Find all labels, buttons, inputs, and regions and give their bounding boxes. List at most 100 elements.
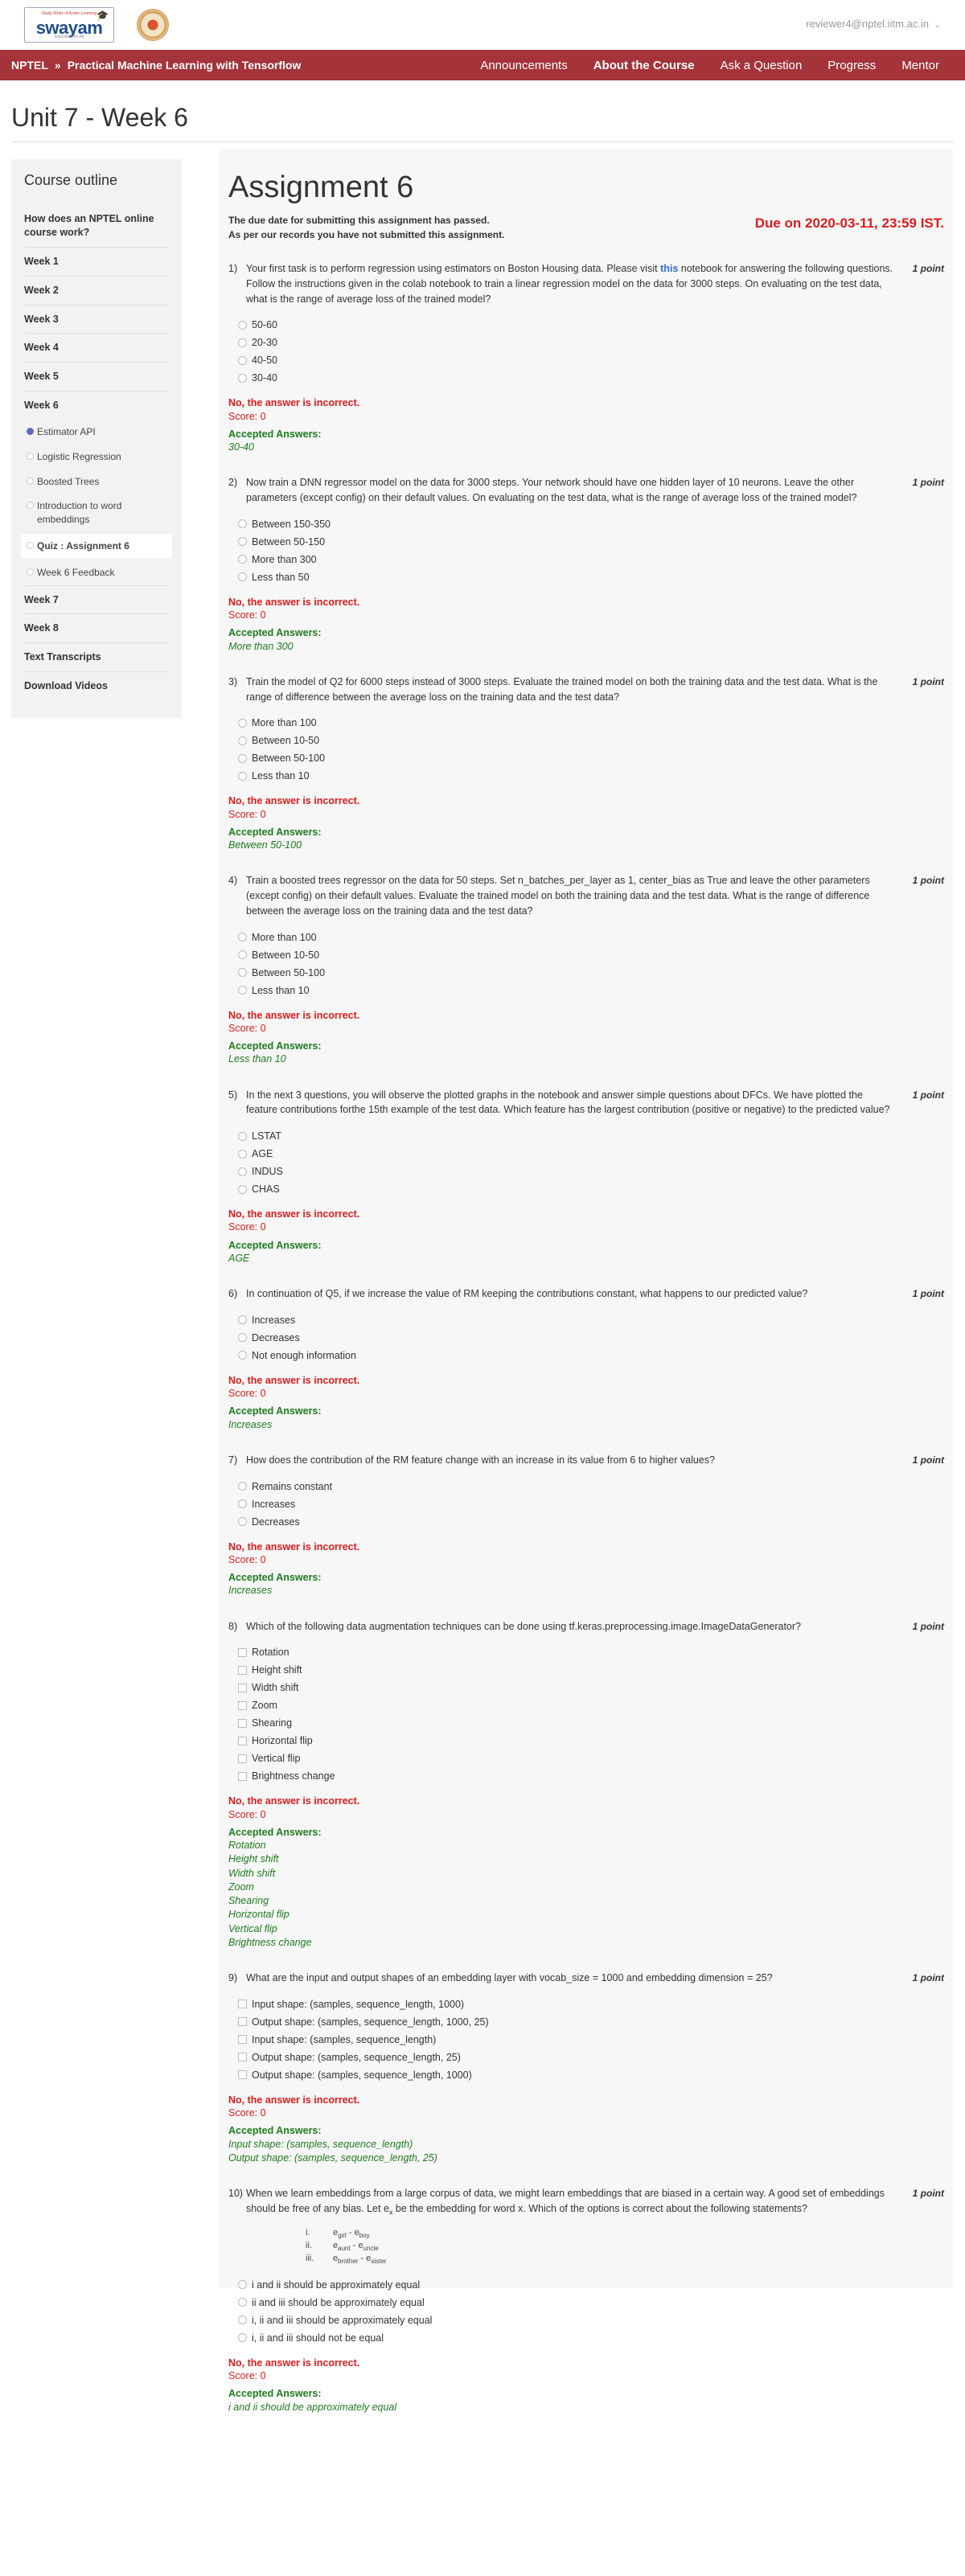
radio-button[interactable]	[238, 1315, 247, 1325]
answer-option[interactable]: i, ii and iii should not be equal	[238, 2329, 944, 2347]
radio-button[interactable]	[238, 355, 247, 365]
radio-button[interactable]	[238, 572, 247, 582]
answer-option[interactable]: Between 50-100	[238, 749, 944, 767]
sidebar-subitem-quiz-assignment-6[interactable]: Quiz : Assignment 6	[21, 533, 172, 559]
nav-ask-question[interactable]: Ask a Question	[721, 59, 803, 72]
checkbox[interactable]	[238, 2000, 247, 2009]
checkbox[interactable]	[238, 1665, 247, 1675]
answer-option[interactable]: Increases	[238, 1495, 944, 1513]
answer-option[interactable]: Horizontal flip	[238, 1732, 944, 1749]
checkbox[interactable]	[238, 2035, 247, 2045]
answer-option[interactable]: Less than 50	[238, 568, 944, 586]
radio-button[interactable]	[238, 537, 247, 547]
answer-option[interactable]: Output shape: (samples, sequence_length,…	[238, 2013, 944, 2031]
radio-button[interactable]	[238, 320, 247, 330]
sidebar-item-week1[interactable]: Week 1	[24, 248, 169, 277]
radio-button[interactable]	[238, 1517, 247, 1526]
course-name-link[interactable]: Practical Machine Learning with Tensorfl…	[68, 59, 302, 72]
sidebar-item-how-it-works[interactable]: How does an NPTEL online course work?	[24, 205, 169, 248]
user-menu[interactable]: reviewer4@nptel.iitm.ac.in ⌄	[806, 18, 941, 30]
radio-button[interactable]	[238, 1351, 247, 1360]
sidebar-item-week6[interactable]: Week 6	[24, 392, 169, 420]
answer-option[interactable]: CHAS	[238, 1180, 944, 1198]
radio-button[interactable]	[238, 1499, 247, 1508]
answer-option[interactable]: Between 10-50	[238, 732, 944, 749]
radio-button[interactable]	[238, 2333, 247, 2343]
sidebar-subitem-logistic-regression[interactable]: Logistic Regression	[24, 445, 169, 470]
answer-option[interactable]: LSTAT	[238, 1127, 944, 1145]
answer-option[interactable]: Increases	[238, 1311, 944, 1329]
radio-button[interactable]	[238, 771, 247, 781]
sidebar-item-week5[interactable]: Week 5	[24, 363, 169, 392]
answer-option[interactable]: Brightness change	[238, 1767, 944, 1785]
checkbox[interactable]	[238, 1647, 247, 1657]
swayam-logo[interactable]: Study Webs of Active Learning swayam Edu…	[24, 7, 114, 43]
radio-button[interactable]	[238, 753, 247, 763]
radio-button[interactable]	[238, 1482, 247, 1491]
answer-option[interactable]: i, ii and iii should be approximately eq…	[238, 2311, 944, 2329]
answer-option[interactable]: Output shape: (samples, sequence_length,…	[238, 2066, 944, 2084]
radio-button[interactable]	[238, 950, 247, 959]
answer-option[interactable]: More than 100	[238, 714, 944, 732]
answer-option[interactable]: More than 300	[238, 551, 944, 568]
radio-button[interactable]	[238, 1131, 247, 1141]
nav-about-course[interactable]: About the Course	[593, 59, 695, 72]
answer-option[interactable]: INDUS	[238, 1163, 944, 1180]
radio-button[interactable]	[238, 986, 247, 995]
answer-option[interactable]: Decreases	[238, 1513, 944, 1531]
answer-option[interactable]: ii and iii should be approximately equal	[238, 2294, 944, 2311]
nav-progress[interactable]: Progress	[827, 59, 876, 72]
radio-button[interactable]	[238, 519, 247, 529]
answer-option[interactable]: Decreases	[238, 1329, 944, 1347]
answer-option[interactable]: Rotation	[238, 1643, 944, 1661]
checkbox[interactable]	[238, 1754, 247, 1763]
radio-button[interactable]	[238, 1149, 247, 1159]
radio-button[interactable]	[238, 2298, 247, 2307]
checkbox[interactable]	[238, 1718, 247, 1728]
answer-option[interactable]: Less than 10	[238, 767, 944, 785]
answer-option[interactable]: Not enough information	[238, 1347, 944, 1364]
radio-button[interactable]	[238, 736, 247, 745]
sidebar-subitem-word-embeddings[interactable]: Introduction to word embeddings	[24, 494, 169, 532]
sidebar-item-week2[interactable]: Week 2	[24, 277, 169, 306]
sidebar-item-week8[interactable]: Week 8	[24, 614, 169, 644]
radio-button[interactable]	[238, 373, 247, 383]
answer-option[interactable]: Output shape: (samples, sequence_length,…	[238, 2049, 944, 2066]
sidebar-item-download-videos[interactable]: Download Videos	[24, 672, 169, 700]
radio-button[interactable]	[238, 968, 247, 977]
sidebar-item-week4[interactable]: Week 4	[24, 334, 169, 363]
sidebar-item-text-transcripts[interactable]: Text Transcripts	[24, 643, 169, 673]
answer-option[interactable]: Width shift	[238, 1679, 944, 1696]
answer-option[interactable]: Between 50-100	[238, 964, 944, 982]
checkbox[interactable]	[238, 2053, 247, 2062]
nav-mentor[interactable]: Mentor	[901, 59, 939, 72]
answer-option[interactable]: Zoom	[238, 1696, 944, 1714]
answer-option[interactable]: 40-50	[238, 351, 944, 369]
brand-org-link[interactable]: NPTEL	[11, 59, 48, 72]
radio-button[interactable]	[238, 1184, 247, 1194]
answer-option[interactable]: Shearing	[238, 1714, 944, 1732]
answer-option[interactable]: More than 100	[238, 929, 944, 946]
answer-option[interactable]: Between 10-50	[238, 946, 944, 964]
radio-button[interactable]	[238, 2280, 247, 2290]
radio-button[interactable]	[238, 1167, 247, 1176]
answer-option[interactable]: 50-60	[238, 316, 944, 334]
notebook-link[interactable]: this	[660, 263, 678, 274]
answer-option[interactable]: Remains constant	[238, 1478, 944, 1495]
sidebar-subitem-boosted-trees[interactable]: Boosted Trees	[24, 470, 169, 494]
radio-button[interactable]	[238, 555, 247, 564]
checkbox[interactable]	[238, 1736, 247, 1745]
answer-option[interactable]: i and ii should be approximately equal	[238, 2276, 944, 2294]
radio-button[interactable]	[238, 1333, 247, 1343]
answer-option[interactable]: 20-30	[238, 334, 944, 351]
answer-option[interactable]: 30-40	[238, 369, 944, 387]
nav-announcements[interactable]: Announcements	[480, 59, 567, 72]
answer-option[interactable]: AGE	[238, 1145, 944, 1163]
answer-option[interactable]: Input shape: (samples, sequence_length, …	[238, 1996, 944, 2013]
checkbox[interactable]	[238, 1683, 247, 1692]
radio-button[interactable]	[238, 338, 247, 347]
checkbox[interactable]	[238, 1771, 247, 1781]
sidebar-item-week3[interactable]: Week 3	[24, 306, 169, 334]
answer-option[interactable]: Between 50-150	[238, 533, 944, 551]
checkbox[interactable]	[238, 2070, 247, 2080]
